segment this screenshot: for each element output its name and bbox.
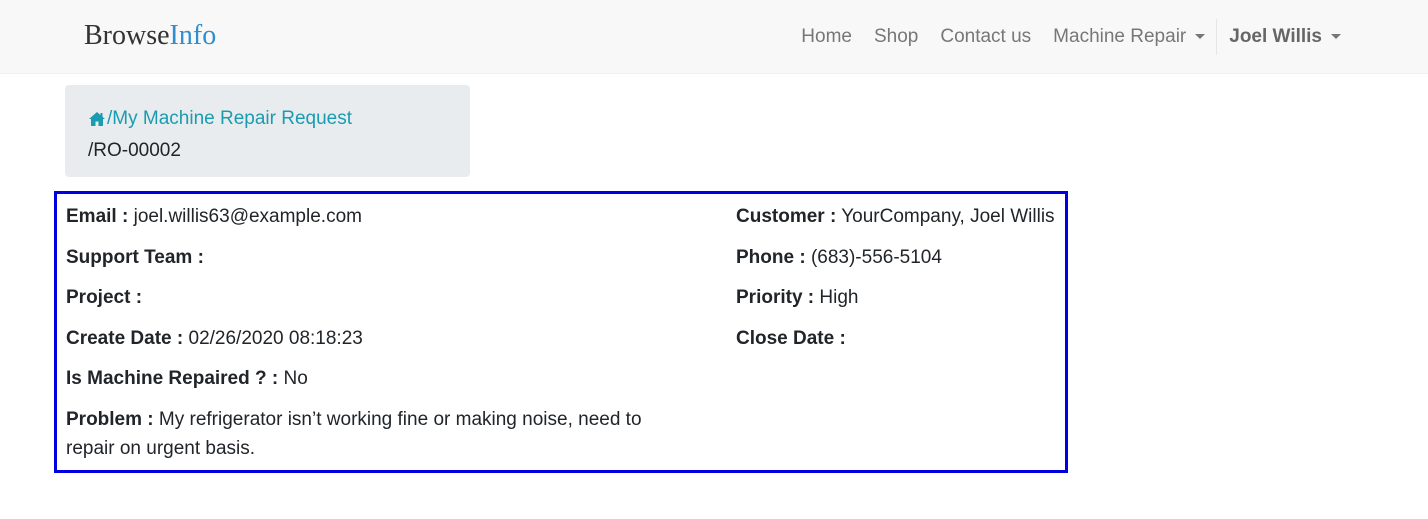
field-label: Problem : — [66, 408, 154, 430]
brand-logo[interactable]: BrowseInfo — [84, 18, 216, 54]
chevron-down-icon — [1195, 34, 1206, 39]
field-label: Email : — [66, 206, 129, 227]
nav-home[interactable]: Home — [790, 0, 863, 73]
nav-machine-repair-dropdown[interactable]: Machine Repair — [1042, 0, 1216, 73]
nav-shop[interactable]: Shop — [863, 0, 929, 73]
details-right-column: Customer : YourCompany, Joel Willis Phon… — [736, 202, 1076, 364]
field-value: 02/26/2020 08:18:23 — [188, 327, 363, 349]
home-icon — [89, 111, 105, 126]
breadcrumb-link-my-repair-requests[interactable]: /My Machine Repair Request — [88, 104, 352, 133]
breadcrumb-link-label: /My Machine Repair Request — [107, 108, 352, 129]
chevron-down-icon — [1331, 34, 1341, 39]
field-value: No — [283, 368, 308, 389]
details-left-column: Email : joel.willis63@example.com Suppor… — [66, 202, 666, 474]
field-email: Email : joel.willis63@example.com — [66, 202, 666, 231]
field-label: Is Machine Repaired ? : — [66, 368, 279, 389]
field-label: Close Date : — [736, 327, 846, 349]
main-nav: Home Shop Contact us Machine Repair Joel… — [790, 0, 1352, 73]
repair-request-details: Email : joel.willis63@example.com Suppor… — [54, 191, 1068, 473]
field-create-date: Create Date : 02/26/2020 08:18:23 — [66, 324, 666, 353]
field-close-date: Close Date : — [736, 324, 1076, 353]
field-label: Project : — [66, 287, 143, 308]
field-customer: Customer : YourCompany, Joel Willis — [736, 202, 1076, 231]
field-value: (683)-556-5104 — [810, 246, 942, 268]
brand-text-part1: Browse — [84, 20, 170, 51]
nav-machine-repair-label: Machine Repair — [1053, 26, 1187, 47]
nav-contact-us[interactable]: Contact us — [929, 0, 1042, 73]
field-problem: Problem : My refrigerator isn’t working … — [66, 405, 666, 463]
top-navbar: BrowseInfo Home Shop Contact us Machine … — [0, 0, 1428, 74]
field-label: Create Date : — [66, 327, 184, 349]
field-value: YourCompany, Joel Willis — [841, 206, 1055, 227]
field-value: joel.willis63@example.com — [133, 206, 362, 227]
field-is-machine-repaired: Is Machine Repaired ? : No — [66, 364, 666, 393]
field-value: High — [819, 287, 859, 308]
field-support-team: Support Team : — [66, 243, 666, 272]
field-priority: Priority : High — [736, 283, 1076, 312]
user-menu-dropdown[interactable]: Joel Willis — [1217, 0, 1352, 73]
breadcrumb-current: /RO-00002 — [88, 139, 181, 161]
field-label: Priority : — [736, 287, 815, 308]
breadcrumb: /My Machine Repair Request /RO-00002 — [65, 85, 470, 177]
field-label: Support Team : — [66, 246, 204, 268]
brand-text-part2: Info — [169, 20, 217, 51]
field-label: Customer : — [736, 206, 837, 227]
field-project: Project : — [66, 283, 666, 312]
field-label: Phone : — [736, 246, 806, 268]
field-phone: Phone : (683)-556-5104 — [736, 243, 1076, 272]
user-name: Joel Willis — [1229, 26, 1322, 47]
